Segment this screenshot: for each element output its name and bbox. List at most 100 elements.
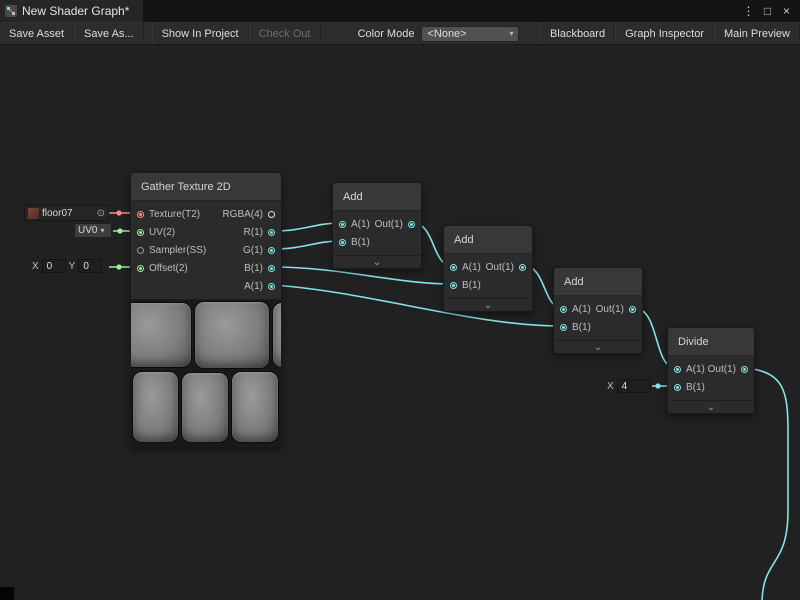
port-label: Sampler(SS) <box>149 245 206 256</box>
b-input-port[interactable] <box>339 239 346 246</box>
a-input-port[interactable] <box>674 366 681 373</box>
node-title[interactable]: Divide <box>668 328 754 356</box>
port-label: B(1) <box>351 237 370 248</box>
sampler-input-port[interactable] <box>137 247 144 254</box>
b-output-port[interactable] <box>268 265 275 272</box>
a-input-port[interactable] <box>450 264 457 271</box>
uv-input-port[interactable] <box>137 229 144 236</box>
port-row: Sampler(SS) <box>131 241 211 259</box>
a-input-port[interactable] <box>339 221 346 228</box>
graph-inspector-toggle-button[interactable]: Graph Inspector <box>615 23 714 44</box>
node-title[interactable]: Gather Texture 2D <box>131 173 281 201</box>
preview-collapse-toggle[interactable]: ⌄ <box>554 340 642 353</box>
close-icon[interactable]: × <box>778 4 795 18</box>
chevron-down-icon: ⌄ <box>707 403 715 412</box>
port-label: UV(2) <box>149 227 175 238</box>
window-controls: ⋮ □ × <box>740 4 800 18</box>
y-axis-label: Y <box>69 261 76 272</box>
port-label: A(1) <box>244 281 263 292</box>
stone-tile <box>232 372 278 442</box>
node-add-1[interactable]: Add A(1) B(1) Out(1) ⌄ <box>332 182 422 269</box>
save-asset-button[interactable]: Save Asset <box>0 23 74 44</box>
port-row: RGBA(4) <box>211 205 281 223</box>
offset-stub-dot <box>116 264 121 269</box>
divide-b-input[interactable]: 4 <box>617 379 651 393</box>
out-output-port[interactable] <box>519 264 526 271</box>
port-label: Out(1) <box>375 219 403 230</box>
port-label: A(1) <box>572 304 591 315</box>
texture-input-port[interactable] <box>137 211 144 218</box>
node-add-2[interactable]: Add A(1) B(1) Out(1) ⌄ <box>443 225 533 312</box>
r-output-port[interactable] <box>268 229 275 236</box>
texture-thumbnail <box>28 208 39 219</box>
save-as-button[interactable]: Save As... <box>74 23 144 44</box>
x-axis-label: X <box>607 381 614 392</box>
a-input-port[interactable] <box>560 306 567 313</box>
g-output-port[interactable] <box>268 247 275 254</box>
port-section: A(1) B(1) Out(1) <box>444 254 532 298</box>
uv-stub-dot <box>117 228 122 233</box>
port-label: RGBA(4) <box>222 209 263 220</box>
port-row: Texture(T2) <box>131 205 211 223</box>
wire-g-to-add1-b[interactable] <box>273 241 341 249</box>
out-output-port[interactable] <box>408 221 415 228</box>
color-mode-dropdown[interactable]: <None> ▾ <box>421 26 519 42</box>
dock-corner-artifact <box>0 587 14 600</box>
offset-x-input[interactable]: 0 <box>42 259 66 273</box>
port-label: B(1) <box>462 280 481 291</box>
node-gather-texture-2d[interactable]: Gather Texture 2D Texture(T2) UV(2) Samp… <box>130 172 282 447</box>
port-label: B(1) <box>572 322 591 333</box>
show-in-project-button[interactable]: Show In Project <box>152 23 249 44</box>
shader-graph-tab[interactable]: New Shader Graph* <box>0 0 143 22</box>
rgba-output-port[interactable] <box>268 211 275 218</box>
b-input-port[interactable] <box>560 324 567 331</box>
texture-object-field[interactable]: floor07 ⊙ <box>24 205 109 221</box>
divide-b-float-field: X 4 <box>607 379 651 393</box>
port-label: Out(1) <box>486 262 514 273</box>
b-input-port[interactable] <box>450 282 457 289</box>
a-output-port[interactable] <box>268 283 275 290</box>
toolbar-right-group: Blackboard Graph Inspector Main Preview <box>540 23 800 44</box>
node-title[interactable]: Add <box>554 268 642 296</box>
port-row: B(1) <box>211 259 281 277</box>
maximize-icon[interactable]: □ <box>759 4 776 18</box>
preview-collapse-toggle[interactable]: ⌄ <box>333 255 421 268</box>
preview-collapse-toggle[interactable]: ⌄ <box>444 298 532 311</box>
object-picker-icon[interactable]: ⊙ <box>97 208 105 219</box>
kebab-menu-icon[interactable]: ⋮ <box>740 4 757 18</box>
chevron-down-icon: ⌄ <box>484 301 492 310</box>
uv-channel-dropdown[interactable]: UV0 ▾ <box>74 223 112 238</box>
preview-collapse-toggle[interactable]: ⌄ <box>668 400 754 413</box>
window-title: New Shader Graph* <box>22 4 129 18</box>
blackboard-toggle-button[interactable]: Blackboard <box>540 23 615 44</box>
port-section: A(1) B(1) Out(1) <box>668 356 754 400</box>
port-label: Out(1) <box>708 364 736 375</box>
offset-input-port[interactable] <box>137 265 144 272</box>
port-row: Offset(2) <box>131 259 211 277</box>
node-add-3[interactable]: Add A(1) B(1) Out(1) ⌄ <box>553 267 643 354</box>
offset-y-input[interactable]: 0 <box>78 259 102 273</box>
graph-canvas[interactable]: Gather Texture 2D Texture(T2) UV(2) Samp… <box>0 45 800 600</box>
stone-tile <box>195 302 269 368</box>
chevron-down-icon: ⌄ <box>373 258 381 267</box>
wire-b-to-add2-b[interactable] <box>273 267 452 284</box>
wire-r-to-add1-a[interactable] <box>273 223 341 231</box>
color-mode-label: Color Mode <box>351 23 422 44</box>
chevron-down-icon: ▾ <box>509 29 513 38</box>
shader-graph-toolbar: Save Asset Save As... Show In Project Ch… <box>0 22 800 45</box>
output-column: RGBA(4) R(1) G(1) B(1) A(1) <box>211 205 281 295</box>
port-row: R(1) <box>211 223 281 241</box>
out-output-port[interactable] <box>629 306 636 313</box>
texture-object-name: floor07 <box>42 208 73 219</box>
port-section: A(1) B(1) Out(1) <box>333 211 421 255</box>
stone-tile <box>273 303 281 367</box>
texture-preview <box>131 299 281 446</box>
node-title[interactable]: Add <box>444 226 532 254</box>
main-preview-toggle-button[interactable]: Main Preview <box>714 23 800 44</box>
b-input-port[interactable] <box>674 384 681 391</box>
port-row: G(1) <box>211 241 281 259</box>
node-divide[interactable]: Divide A(1) B(1) Out(1) ⌄ <box>667 327 755 414</box>
out-output-port[interactable] <box>741 366 748 373</box>
node-title[interactable]: Add <box>333 183 421 211</box>
input-column: Texture(T2) UV(2) Sampler(SS) Offset(2) <box>131 205 211 295</box>
